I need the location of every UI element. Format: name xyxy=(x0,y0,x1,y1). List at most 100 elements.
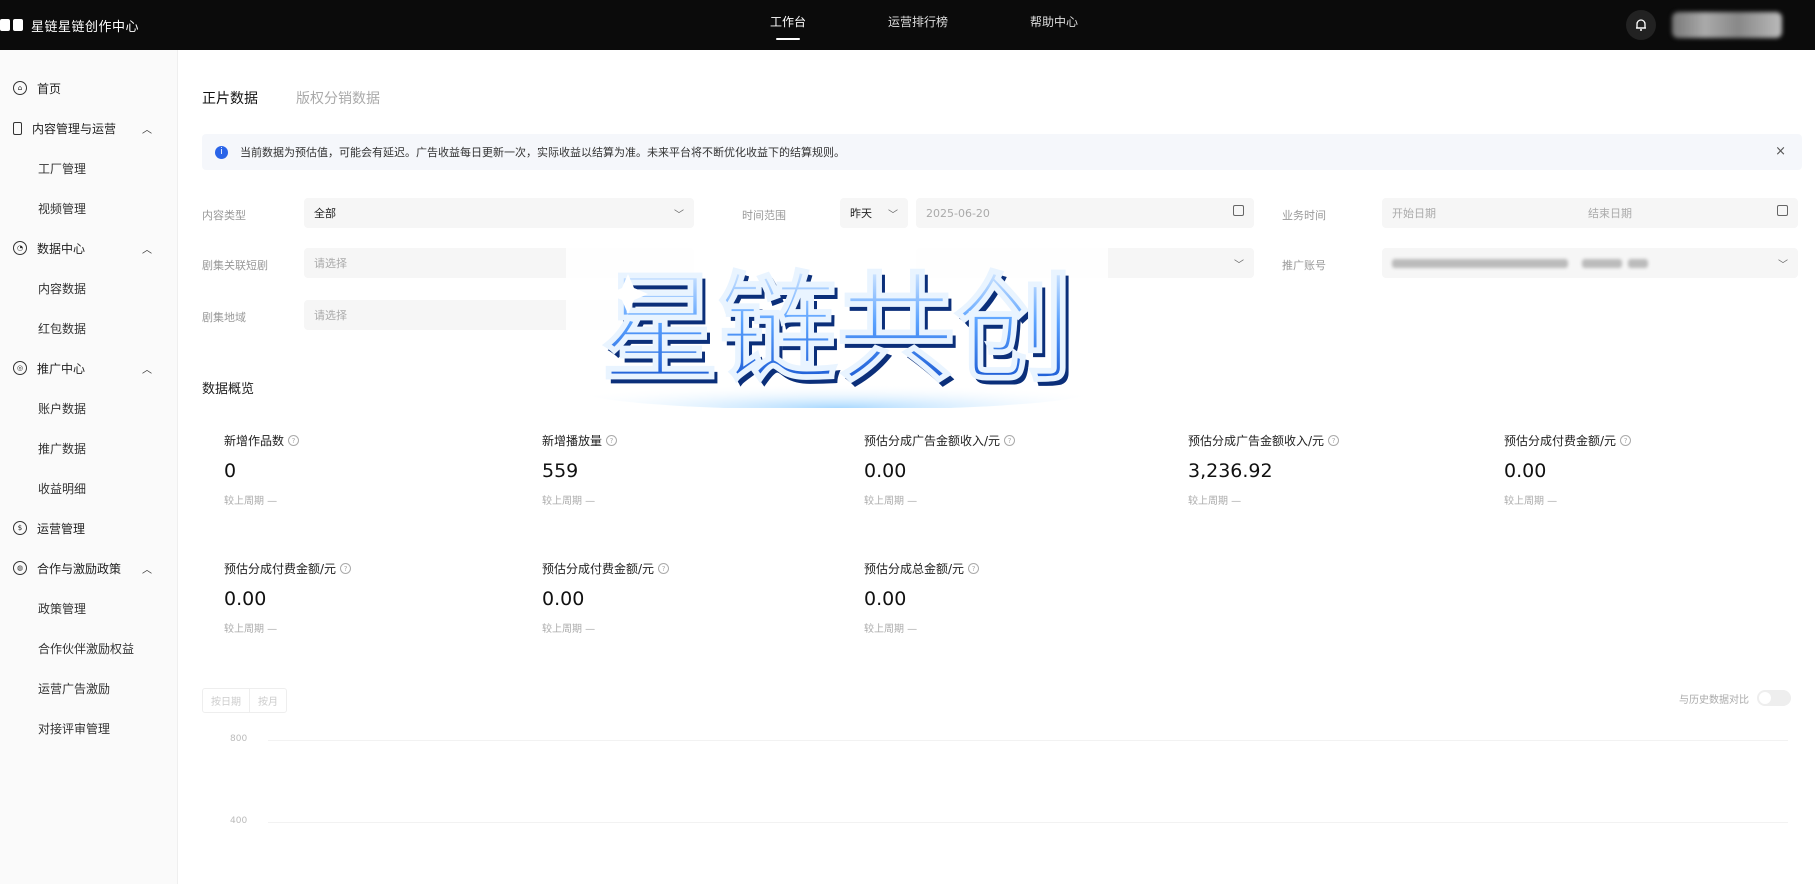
help-icon[interactable]: ? xyxy=(658,563,670,574)
metric-card: 新增播放量? 559 较上周期 — xyxy=(542,432,842,507)
metric-card: 预估分成付费金额/元? 0.00 较上周期 — xyxy=(1504,432,1804,507)
sidebar-item-content[interactable]: 内容管理与运营 ︿ xyxy=(0,114,178,142)
sidebar-item-label: 工厂管理 xyxy=(38,161,87,176)
metric-value: 0.00 xyxy=(542,588,585,610)
chevron-down-icon: ﹀ xyxy=(888,210,898,221)
toggle-by-date[interactable]: 按日期 xyxy=(203,689,249,712)
chevron-up-icon[interactable]: ︿ xyxy=(142,361,152,376)
phone-icon xyxy=(13,121,22,135)
sidebar-item-coop[interactable]: ◍ 合作与激励政策 ︿ xyxy=(0,554,178,582)
chevron-down-icon: ﹀ xyxy=(674,210,684,221)
bell-icon[interactable] xyxy=(1626,10,1656,40)
sidebar-item-label: 政策管理 xyxy=(38,601,87,616)
business-date-range[interactable]: 开始日期 结束日期 xyxy=(1382,198,1798,228)
sidebar-item-home[interactable]: ⌂ 首页 xyxy=(0,74,178,102)
sidebar: ⌂ 首页 内容管理与运营 ︿ 工厂管理 视频管理 ◔ 数据中心 ︿ 内容数据 红… xyxy=(0,50,178,884)
sidebar-item-label: 数据中心 xyxy=(37,241,86,256)
metric-label: 预估分成付费金额/元 xyxy=(1504,434,1617,448)
sidebar-item-redpacket[interactable]: 红包数据 xyxy=(0,314,178,342)
metric-value: 3,236.92 xyxy=(1188,460,1273,482)
toggle-by-month[interactable]: 按月 xyxy=(249,689,286,712)
compare-switch[interactable] xyxy=(1757,690,1791,706)
metric-label: 预估分成付费金额/元 xyxy=(542,562,655,576)
help-icon[interactable]: ? xyxy=(340,563,352,574)
sidebar-item-ops[interactable]: $ 运营管理 xyxy=(0,514,178,542)
help-icon[interactable]: ? xyxy=(1328,435,1340,446)
metric-card: 新增作品数? 0 较上周期 — xyxy=(224,432,524,507)
close-icon[interactable]: × xyxy=(1775,144,1786,159)
compare-label: 与历史数据对比 xyxy=(1679,694,1749,706)
business-time-label: 业务时间 xyxy=(1282,209,1326,222)
tab-copyright-data[interactable]: 版权分销数据 xyxy=(296,88,380,108)
calendar-icon xyxy=(1233,205,1244,216)
brand[interactable]: 星链星链创作中心 xyxy=(0,0,139,50)
sidebar-item-review[interactable]: 对接评审管理 xyxy=(0,714,178,742)
sidebar-item-label: 内容数据 xyxy=(38,281,87,296)
sidebar-item-promo-data[interactable]: 推广数据 xyxy=(0,434,178,462)
time-range-label: 时间范围 xyxy=(742,209,786,222)
help-icon[interactable]: ? xyxy=(1004,435,1016,446)
sidebar-item-content-data[interactable]: 内容数据 xyxy=(0,274,178,302)
sidebar-item-factory[interactable]: 工厂管理 xyxy=(0,154,178,182)
time-range-value: 昨天 xyxy=(850,207,872,220)
nav-ranking[interactable]: 运营排行榜 xyxy=(888,0,948,50)
top-nav: 工作台 运营排行榜 帮助中心 xyxy=(770,0,1160,50)
help-icon[interactable]: ? xyxy=(968,563,980,574)
sidebar-item-label: 推广数据 xyxy=(38,441,87,456)
notice-banner: i 当前数据为预估值，可能会有延迟。广告收益每日更新一次，实际收益以结算为准。未… xyxy=(202,134,1802,170)
calendar-icon xyxy=(1777,205,1788,216)
help-icon[interactable]: ? xyxy=(1620,435,1632,446)
content-type-select[interactable]: 全部 ﹀ xyxy=(304,198,694,228)
sidebar-item-video[interactable]: 视频管理 xyxy=(0,194,178,222)
sidebar-item-policy[interactable]: 政策管理 xyxy=(0,594,178,622)
top-bar: 星链星链创作中心 工作台 运营排行榜 帮助中心 xyxy=(0,0,1815,50)
metric-card: 预估分成付费金额/元? 0.00 较上周期 — xyxy=(224,560,524,635)
start-date: 开始日期 xyxy=(1392,207,1436,220)
data-icon: ◔ xyxy=(13,241,27,255)
sidebar-item-label: 合作伙伴激励权益 xyxy=(38,641,135,656)
gridline xyxy=(268,740,1788,741)
help-icon[interactable]: ? xyxy=(606,435,618,446)
sidebar-item-data-center[interactable]: ◔ 数据中心 ︿ xyxy=(0,234,178,262)
time-range-select[interactable]: 昨天 ﹀ xyxy=(840,198,908,228)
chart-granularity-toggle[interactable]: 按日期 按月 xyxy=(202,688,287,713)
blurred-account xyxy=(1392,258,1568,268)
sidebar-item-label: 账户数据 xyxy=(38,401,87,416)
date-value: 2025-06-20 xyxy=(926,206,990,220)
tab-bar: 正片数据 版权分销数据 xyxy=(202,88,380,108)
chevron-up-icon[interactable]: ︿ xyxy=(142,121,152,136)
sidebar-item-label: 视频管理 xyxy=(38,201,87,216)
metric-compare: 较上周期 — xyxy=(542,496,596,507)
chevron-up-icon[interactable]: ︿ xyxy=(142,561,152,576)
compare-toggle[interactable]: 与历史数据对比 xyxy=(1679,690,1791,706)
sidebar-item-label: 内容管理与运营 xyxy=(32,121,117,136)
sidebar-item-partner[interactable]: 合作伙伴激励权益 xyxy=(0,634,178,662)
end-date: 结束日期 xyxy=(1588,207,1632,220)
target-icon: ◎ xyxy=(13,361,27,375)
metric-label: 预估分成广告金额收入/元 xyxy=(1188,434,1325,448)
metric-card: 预估分成广告金额收入/元? 3,236.92 较上周期 — xyxy=(1188,432,1488,507)
metric-compare: 较上周期 — xyxy=(224,624,278,635)
user-avatar[interactable] xyxy=(1672,12,1782,38)
metric-value: 0 xyxy=(224,460,237,482)
nav-help[interactable]: 帮助中心 xyxy=(1030,0,1078,50)
nav-workbench[interactable]: 工作台 xyxy=(770,0,806,50)
content-type-value: 全部 xyxy=(314,207,336,220)
chevron-down-icon: ﹀ xyxy=(1778,260,1788,271)
account-select[interactable]: ﹀ xyxy=(1382,248,1798,278)
sidebar-item-label: 运营广告激励 xyxy=(38,681,111,696)
chevron-up-icon[interactable]: ︿ xyxy=(142,241,152,256)
metric-compare: 较上周期 — xyxy=(1504,496,1558,507)
sidebar-item-label: 首页 xyxy=(37,81,62,96)
date-picker[interactable]: 2025-06-20 xyxy=(916,198,1254,228)
sidebar-item-account-data[interactable]: 账户数据 xyxy=(0,394,178,422)
sidebar-item-label: 推广中心 xyxy=(37,361,86,376)
sidebar-item-ads[interactable]: 运营广告激励 xyxy=(0,674,178,702)
sidebar-item-promo-center[interactable]: ◎ 推广中心 ︿ xyxy=(0,354,178,382)
tab-feature-data[interactable]: 正片数据 xyxy=(202,88,258,108)
home-icon: ⌂ xyxy=(13,81,27,95)
sidebar-item-earnings[interactable]: 收益明细 xyxy=(0,474,178,502)
metric-value: 0.00 xyxy=(864,588,907,610)
help-icon[interactable]: ? xyxy=(288,435,300,446)
account-label: 推广账号 xyxy=(1282,259,1326,272)
